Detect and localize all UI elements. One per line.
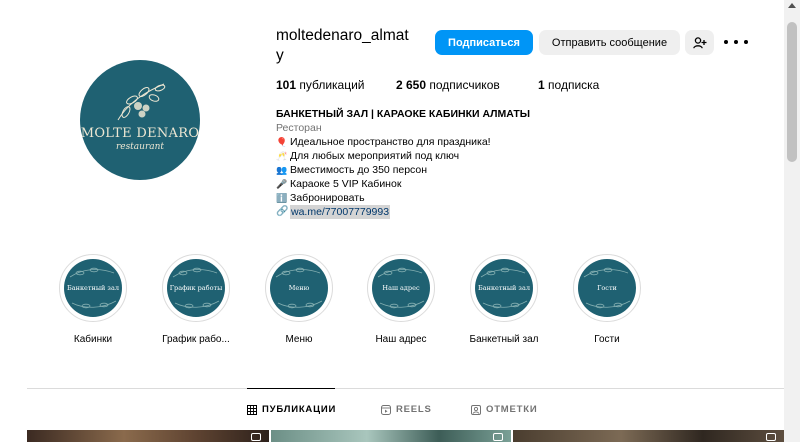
carousel-icon xyxy=(251,433,261,441)
bio-line: 👥 Вместимость до 350 персон xyxy=(276,163,596,177)
highlight-cover-text: Банкетный зал xyxy=(67,284,119,292)
highlight-cover: Меню xyxy=(270,259,328,317)
bio-category: Ресторан xyxy=(276,122,322,134)
highlight-cover: Гости xyxy=(578,259,636,317)
bio-line-text: Идеальное пространство для праздника! xyxy=(290,136,491,148)
posts-label: публикаций xyxy=(299,78,365,92)
link-icon: 🔗 xyxy=(276,206,289,217)
profile-bio: БАНКЕТНЫЙ ЗАЛ | КАРАОКЕ КАБИНКИ АЛМАТЫ Р… xyxy=(276,107,596,219)
followers-count: 2 650 xyxy=(396,78,427,92)
highlight-cover-text: Наш адрес xyxy=(382,284,420,292)
bio-line-text: Для любых мероприятий под ключ xyxy=(290,150,460,162)
scroll-up-arrow-icon[interactable] xyxy=(788,3,796,8)
tab-posts[interactable]: ПУБЛИКАЦИИ xyxy=(247,404,336,415)
tab-tagged[interactable]: ОТМЕТКИ xyxy=(471,404,537,415)
following-stat[interactable]: 1 подписка xyxy=(538,78,599,92)
send-message-button[interactable]: Отправить сообщение xyxy=(539,30,680,55)
add-user-icon xyxy=(692,36,706,48)
highlight-label: График рабо... xyxy=(162,334,230,345)
post-thumbnail[interactable] xyxy=(27,430,269,442)
grid-icon xyxy=(247,404,257,415)
bio-name: БАНКЕТНЫЙ ЗАЛ | КАРАОКЕ КАБИНКИ АЛМАТЫ xyxy=(276,108,531,120)
post-thumbnail[interactable] xyxy=(513,430,784,442)
info-icon: ℹ️ xyxy=(276,193,288,203)
bio-line: ℹ️ Забронировать xyxy=(276,191,596,205)
highlight-label: Меню xyxy=(285,334,313,345)
microphone-icon: 🎤 xyxy=(276,179,288,189)
highlight-label: Банкетный зал xyxy=(469,334,539,345)
people-icon: 👥 xyxy=(276,165,288,175)
highlight-ring: Меню xyxy=(265,254,333,322)
balloon-icon: 🎈 xyxy=(276,137,288,147)
highlight-cover: Наш адрес xyxy=(372,259,430,317)
highlight-label: Наш адрес xyxy=(375,334,427,345)
highlight-ring: Банкетный зал xyxy=(59,254,127,322)
follow-button[interactable]: Подписаться xyxy=(435,30,533,55)
highlight-cover: График работы xyxy=(167,259,225,317)
profile-avatar[interactable]: MOLTE DENARO restaurant xyxy=(80,60,200,180)
carousel-icon xyxy=(766,433,776,441)
add-user-button[interactable] xyxy=(685,30,714,55)
tagged-icon xyxy=(471,404,481,415)
tab-label: ОТМЕТКИ xyxy=(486,404,538,415)
reels-icon xyxy=(381,404,391,415)
followers-label: подписчиков xyxy=(429,78,500,92)
more-options-icon[interactable] xyxy=(724,35,748,49)
bio-line-text: Забронировать xyxy=(290,192,365,204)
post-thumbnail[interactable] xyxy=(271,430,511,442)
bio-line-text: Караоке 5 VIP Кабинок xyxy=(290,178,402,190)
highlight-cover-text: Банкетный зал xyxy=(478,284,530,292)
following-count: 1 xyxy=(538,78,545,92)
tab-reels[interactable]: REELS xyxy=(381,404,432,415)
carousel-icon xyxy=(493,433,503,441)
highlight-cover-text: График работы xyxy=(169,284,223,292)
highlight-ring: График работы xyxy=(162,254,230,322)
posts-stat: 101 публикаций xyxy=(276,78,365,92)
posts-count: 101 xyxy=(276,78,297,92)
tab-label: REELS xyxy=(396,404,432,415)
highlight-label: Кабинки xyxy=(73,334,113,345)
following-label: подписка xyxy=(548,78,600,92)
highlight-ring: Гости xyxy=(573,254,641,322)
followers-stat[interactable]: 2 650 подписчиков xyxy=(396,78,500,92)
bio-line-text: Вместимость до 350 персон xyxy=(290,164,428,176)
highlight-cover: Банкетный зал xyxy=(64,259,122,317)
profile-page: MOLTE DENARO restaurant moltedenaro_alma… xyxy=(0,0,800,442)
profile-username: moltedenaro_almaty xyxy=(276,27,409,64)
bio-line: 🎤 Караоке 5 VIP Кабинок xyxy=(276,177,596,191)
highlight-label: Гости xyxy=(594,334,620,345)
tab-label: ПУБЛИКАЦИИ xyxy=(262,404,337,415)
scroll-thumb[interactable] xyxy=(787,22,797,162)
bio-line: 🥂 Для любых мероприятий под ключ xyxy=(276,149,596,163)
highlight-ring: Наш адрес xyxy=(367,254,435,322)
bio-link-row: 🔗 wa.me/77007779993 xyxy=(276,205,596,219)
bio-line: 🎈 Идеальное пространство для праздника! xyxy=(276,135,596,149)
highlight-cover-text: Меню xyxy=(288,284,310,292)
olive-branch-logo-icon xyxy=(117,83,166,121)
page-scrollbar[interactable] xyxy=(784,0,800,442)
tabs-divider xyxy=(27,388,784,389)
highlight-cover: Банкетный зал xyxy=(475,259,533,317)
logo-sub-text: restaurant xyxy=(115,142,165,152)
highlight-ring: Банкетный зал xyxy=(470,254,538,322)
logo-main-text: MOLTE DENARO xyxy=(80,126,200,141)
highlight-cover-text: Гости xyxy=(597,284,617,292)
active-tab-indicator xyxy=(247,388,335,389)
glasses-icon: 🥂 xyxy=(276,151,288,161)
bio-link[interactable]: wa.me/77007779993 xyxy=(290,205,391,219)
